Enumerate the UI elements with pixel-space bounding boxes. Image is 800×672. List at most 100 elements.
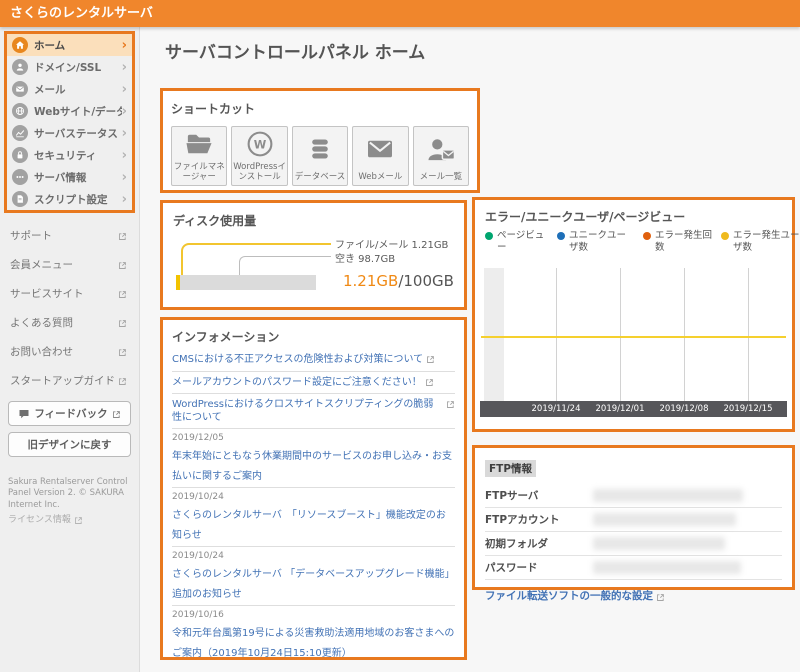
sidebar-link-faq[interactable]: よくある質問 <box>0 308 139 337</box>
page-title: サーバコントロールパネル ホーム <box>165 38 425 63</box>
shortcut-tiles: ファイルマネージャー W WordPressインストール データベース Webメ… <box>171 126 469 186</box>
shortcut-label: データベース <box>295 172 346 182</box>
external-link-icon <box>118 261 127 270</box>
legend-label: エラー発生ユーザ数 <box>733 230 800 255</box>
shortcut-file-manager[interactable]: ファイルマネージャー <box>171 126 227 186</box>
info-link-text: CMSにおける不正アクセスの危険性および対策について <box>172 354 423 367</box>
external-link-icon <box>112 410 121 419</box>
shortcut-label: メール一覧 <box>420 172 463 182</box>
ftp-row-server: FTPサーバ <box>485 484 782 508</box>
sidebar-item-security[interactable]: セキュリティ › <box>7 144 132 166</box>
feedback-button-label: フィードバック <box>34 406 107 421</box>
shortcut-label: Webメール <box>358 172 402 182</box>
external-link-icon <box>425 378 434 387</box>
sidebar-item-server-status[interactable]: サーバステータス › <box>7 122 132 144</box>
chart-gridline <box>556 268 557 401</box>
analytics-panel: エラー/ユニークユーザ/ページビュー ページビュー ユニークユーザ数 エラー発生… <box>472 197 795 432</box>
disk-free-label: 空き 98.7GB <box>335 250 395 265</box>
sidebar-item-mail[interactable]: メール › <box>7 78 132 100</box>
ftp-row-password: パスワード <box>485 556 782 580</box>
shortcut-webmail[interactable]: Webメール <box>352 126 408 186</box>
sidebar-link-service-site[interactable]: サービスサイト <box>0 279 139 308</box>
sidebar-link-startup-guide[interactable]: スタートアップガイド <box>0 366 139 395</box>
sidebar-link-label: サポート <box>10 228 52 243</box>
license-link[interactable]: ライセンス情報 <box>8 514 131 526</box>
chevron-right-icon: › <box>122 39 127 52</box>
sidebar-item-domain-ssl[interactable]: ドメイン/SSL › <box>7 56 132 78</box>
main-content: サーバコントロールパネル ホーム ショートカット ファイルマネージャー W Wo… <box>140 27 800 672</box>
sidebar-item-home[interactable]: ホーム › <box>7 34 132 56</box>
chart-y-axis-band <box>484 268 504 401</box>
old-design-button-label: 旧デザインに戻す <box>28 437 112 452</box>
info-pinned-link[interactable]: メールアカウントのパスワード設定にご注意ください！ <box>172 372 455 395</box>
file-manager-icon <box>184 127 214 162</box>
info-link-text: WordPressにおけるクロスサイトスクリプティングの脆弱性について <box>172 399 443 424</box>
legend-label: ユニークユーザ数 <box>569 230 635 255</box>
svg-text:W: W <box>253 138 266 152</box>
chart-gridline <box>620 268 621 401</box>
info-news-item[interactable]: 2019/10/16 令和元年台風第19号による災害救助法適用地域のお客さまへの… <box>172 606 455 660</box>
sidebar-link-label: スタートアップガイド <box>10 373 115 388</box>
shortcuts-title: ショートカット <box>171 100 469 117</box>
ftp-row-label: 初期フォルダ <box>485 536 593 551</box>
info-link-text: 令和元年台風第19号による災害救助法適用地域のお客さまへのご案内（2019年10… <box>172 628 454 659</box>
chevron-right-icon: › <box>122 105 127 118</box>
shortcut-mail-list[interactable]: メール一覧 <box>413 126 469 186</box>
server-info-icon <box>12 169 28 185</box>
legend-label: エラー発生回数 <box>655 230 713 255</box>
info-pinned-link[interactable]: CMSにおける不正アクセスの危険性および対策について <box>172 349 455 372</box>
legend-dot-blue <box>557 232 565 240</box>
external-link-icon <box>118 232 127 241</box>
wordpress-icon: W <box>246 127 274 162</box>
legend-unique-users: ユニークユーザ数 <box>557 230 635 255</box>
info-news-item[interactable]: 2019/10/24 さくらのレンタルサーバ 「データベースアップグレード機能」… <box>172 547 455 606</box>
chevron-right-icon: › <box>122 149 127 162</box>
sidebar-link-member-menu[interactable]: 会員メニュー <box>0 250 139 279</box>
sidebar-link-label: お問い合わせ <box>10 344 73 359</box>
sidebar-item-label: ホーム <box>34 38 122 53</box>
sidebar-item-script-settings[interactable]: スクリプト設定 › <box>7 188 132 210</box>
legend-pageview: ページビュー <box>485 230 549 255</box>
shortcut-wordpress[interactable]: W WordPressインストール <box>231 126 287 186</box>
license-link-label: ライセンス情報 <box>8 514 71 526</box>
sidebar-item-server-info[interactable]: サーバ情報 › <box>7 166 132 188</box>
legend-label: ページビュー <box>497 230 549 255</box>
shortcut-database[interactable]: データベース <box>292 126 348 186</box>
info-item-date: 2019/12/05 <box>172 433 455 443</box>
info-news-item[interactable]: 2019/12/05 年末年始にともなう休業期間中のサービスのお申し込み・お支払… <box>172 429 455 488</box>
sidebar-item-label: セキュリティ <box>34 148 122 163</box>
legend-dot-yellow <box>721 232 729 240</box>
ftp-settings-link[interactable]: ファイル転送ソフトの一般的な設定 <box>485 590 782 603</box>
external-link-icon <box>118 290 127 299</box>
redacted-value <box>593 489 743 502</box>
external-link-icon <box>426 355 435 364</box>
ftp-row-initial-folder: 初期フォルダ <box>485 532 782 556</box>
sidebar-link-contact[interactable]: お問い合わせ <box>0 337 139 366</box>
redacted-value <box>593 561 741 574</box>
chart-flat-series-line <box>481 336 786 338</box>
sidebar-link-support[interactable]: サポート <box>0 221 139 250</box>
info-pinned-link[interactable]: WordPressにおけるクロスサイトスクリプティングの脆弱性について <box>172 394 455 429</box>
redacted-value <box>593 513 736 526</box>
sidebar-item-label: スクリプト設定 <box>34 192 122 207</box>
redacted-value <box>593 537 725 550</box>
shortcut-label: WordPressインストール <box>232 162 286 182</box>
speech-bubble-icon <box>18 408 30 420</box>
sidebar-link-label: 会員メニュー <box>10 257 73 272</box>
sidebar-footer: Sakura Rentalserver Control Panel Versio… <box>8 477 131 527</box>
copyright-text: Sakura Rentalserver Control Panel Versio… <box>8 477 131 511</box>
home-icon <box>12 37 28 53</box>
old-design-button[interactable]: 旧デザインに戻す <box>8 432 131 457</box>
sidebar-item-website-data[interactable]: Webサイト/データ › <box>7 100 132 122</box>
feedback-button[interactable]: フィードバック <box>8 401 131 426</box>
sidebar-item-label: Webサイト/データ <box>34 104 122 119</box>
app-header: さくらのレンタルサーバ <box>0 0 800 27</box>
ftp-row-label: FTPサーバ <box>485 488 593 503</box>
disk-usage-panel: ディスク使用量 ファイル/メール 1.21GB 空き 98.7GB 1.21GB… <box>160 200 467 310</box>
ftp-row-account: FTPアカウント <box>485 508 782 532</box>
disk-used-value: 1.21GB <box>343 272 398 290</box>
external-link-icon <box>118 319 127 328</box>
chart-date-tick: 2019/12/15 <box>718 404 778 414</box>
external-link-icon <box>74 516 83 525</box>
info-news-item[interactable]: 2019/10/24 さくらのレンタルサーバ 「リソースブースト」機能改定のお知… <box>172 488 455 547</box>
